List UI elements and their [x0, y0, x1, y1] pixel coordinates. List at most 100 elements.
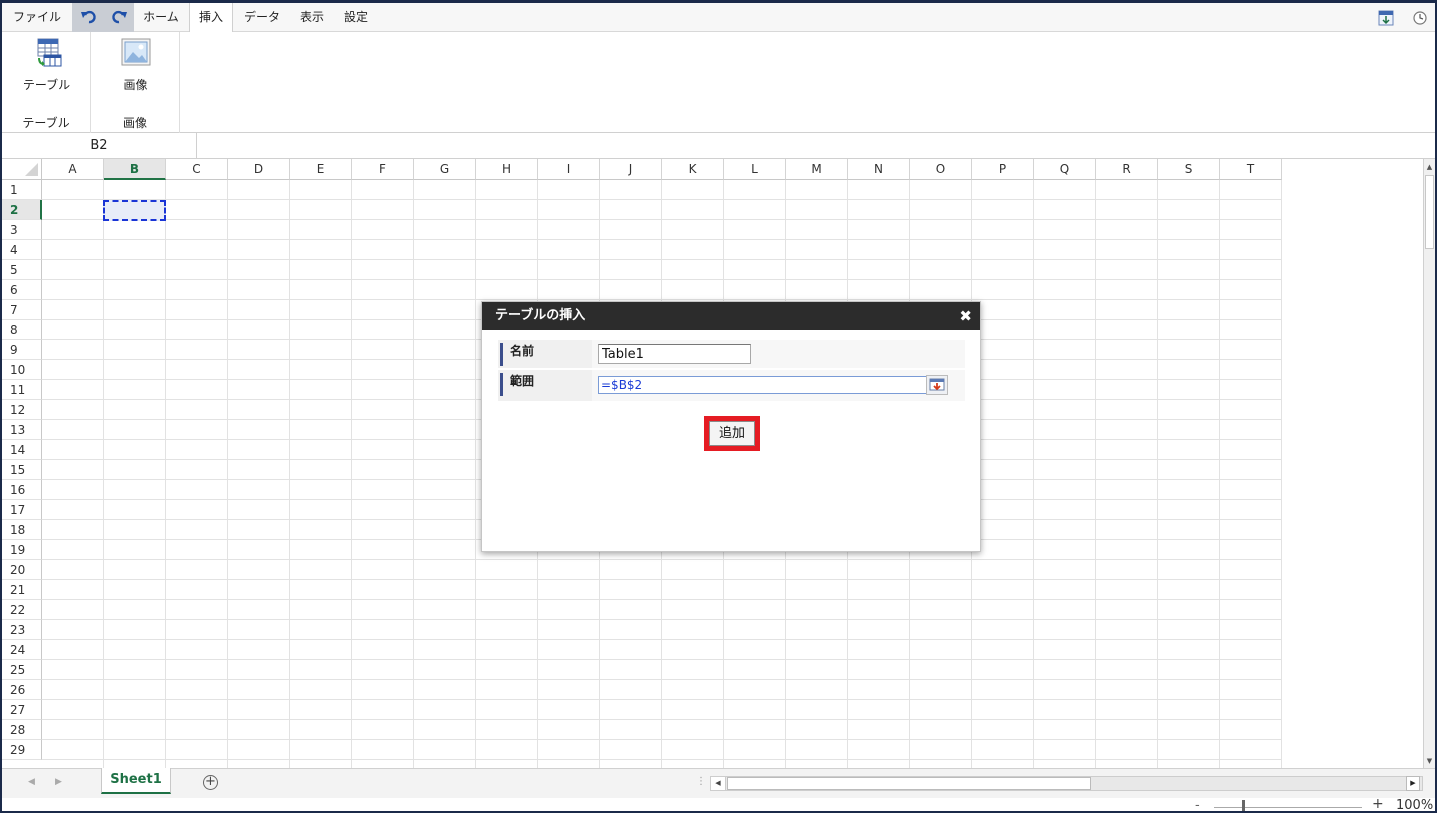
row-header[interactable]: 24	[2, 640, 42, 660]
horizontal-scrollbar[interactable]: ◀	[710, 776, 1423, 791]
row-header[interactable]: 29	[2, 740, 42, 760]
gridline	[42, 259, 1282, 260]
table-range-input[interactable]	[598, 376, 928, 394]
scroll-down-icon[interactable]: ▼	[1425, 756, 1434, 766]
name-box[interactable]: B2	[2, 133, 197, 158]
gridline	[42, 219, 1282, 220]
add-sheet-icon[interactable]: +	[203, 775, 218, 790]
column-header[interactable]: O	[910, 159, 972, 180]
row-header[interactable]: 8	[2, 320, 42, 340]
column-header[interactable]: B	[104, 159, 166, 180]
menu-insert[interactable]: 挿入	[189, 3, 233, 33]
dialog-title: テーブルの挿入	[495, 308, 586, 323]
image-icon	[121, 38, 150, 66]
row-header[interactable]: 6	[2, 280, 42, 300]
zoom-in-button[interactable]: +	[1372, 796, 1384, 811]
row-header[interactable]: 3	[2, 220, 42, 240]
column-header[interactable]: H	[476, 159, 538, 180]
insert-table-label: テーブル	[22, 78, 71, 92]
column-header[interactable]: L	[724, 159, 786, 180]
sheet-prev-icon[interactable]: ◀	[28, 777, 35, 787]
column-header[interactable]: I	[538, 159, 600, 180]
row-header[interactable]: 2	[2, 200, 42, 220]
row-header[interactable]: 28	[2, 720, 42, 740]
close-icon[interactable]: ✖	[959, 302, 972, 330]
row-header[interactable]: 20	[2, 560, 42, 580]
row-header[interactable]: 15	[2, 460, 42, 480]
row-header[interactable]: 26	[2, 680, 42, 700]
splitter-handle-icon[interactable]: ⋮	[696, 776, 706, 787]
scroll-up-icon[interactable]: ▲	[1425, 162, 1434, 172]
column-header[interactable]: R	[1096, 159, 1158, 180]
row-header[interactable]: 12	[2, 400, 42, 420]
dialog-title-bar[interactable]: テーブルの挿入	[482, 302, 980, 330]
gridline	[42, 759, 1282, 760]
menu-data[interactable]: データ	[234, 3, 290, 32]
column-header[interactable]: D	[228, 159, 290, 180]
column-header[interactable]: C	[166, 159, 228, 180]
column-header[interactable]: P	[972, 159, 1034, 180]
redo-icon[interactable]	[110, 9, 128, 25]
table-name-input[interactable]	[598, 344, 751, 364]
row-header[interactable]: 10	[2, 360, 42, 380]
row-header[interactable]: 22	[2, 600, 42, 620]
row-header[interactable]: 25	[2, 660, 42, 680]
column-header[interactable]: A	[42, 159, 104, 180]
row-header[interactable]: 21	[2, 580, 42, 600]
row-header[interactable]: 1	[2, 180, 42, 200]
sheet-tab-sheet1[interactable]: Sheet1	[101, 768, 171, 794]
row-header[interactable]: 17	[2, 500, 42, 520]
row-header[interactable]: 7	[2, 300, 42, 320]
menu-bar: ファイル ホーム 挿入 データ 表示 設定	[2, 3, 1435, 33]
scroll-right-icon[interactable]: ▶	[1406, 776, 1420, 791]
menu-settings[interactable]: 設定	[334, 3, 378, 32]
column-header[interactable]: G	[414, 159, 476, 180]
range-select-button[interactable]	[926, 375, 948, 395]
selected-cell[interactable]	[103, 200, 166, 221]
column-header[interactable]: K	[662, 159, 724, 180]
row-header[interactable]: 13	[2, 420, 42, 440]
undo-icon[interactable]	[80, 9, 98, 25]
menu-home[interactable]: ホーム	[134, 3, 188, 32]
sheet-next-icon[interactable]: ▶	[55, 777, 62, 787]
row-header[interactable]: 19	[2, 540, 42, 560]
column-header[interactable]: J	[600, 159, 662, 180]
menu-file[interactable]: ファイル	[2, 3, 72, 32]
row-header[interactable]: 11	[2, 380, 42, 400]
zoom-out-button[interactable]: -	[1195, 798, 1200, 811]
zoom-slider-handle[interactable]	[1242, 800, 1245, 811]
row-header[interactable]: 5	[2, 260, 42, 280]
column-header[interactable]: S	[1158, 159, 1220, 180]
vertical-scroll-thumb[interactable]	[1425, 175, 1434, 249]
column-header[interactable]: M	[786, 159, 848, 180]
name-field-row: 名前	[498, 340, 965, 368]
select-all-corner[interactable]	[2, 159, 42, 180]
row-header[interactable]: 4	[2, 240, 42, 260]
add-button[interactable]: 追加	[709, 421, 755, 446]
column-header[interactable]: T	[1220, 159, 1282, 180]
insert-table-dialog: テーブルの挿入 ✖ 名前 範囲 追加	[481, 301, 981, 552]
row-header[interactable]: 16	[2, 480, 42, 500]
range-field-row: 範囲	[498, 370, 965, 401]
scroll-left-icon[interactable]: ◀	[711, 777, 726, 790]
row-header[interactable]: 23	[2, 620, 42, 640]
column-header[interactable]: N	[848, 159, 910, 180]
formula-input[interactable]	[202, 133, 1422, 158]
column-header[interactable]: E	[290, 159, 352, 180]
history-icon[interactable]	[1412, 10, 1428, 26]
row-header[interactable]: 18	[2, 520, 42, 540]
row-header[interactable]: 14	[2, 440, 42, 460]
insert-table-button[interactable]: テーブル	[2, 36, 91, 93]
pin-ribbon-icon[interactable]	[1378, 10, 1394, 26]
status-bar: - + 100%	[2, 796, 1435, 811]
row-header[interactable]: 9	[2, 340, 42, 360]
zoom-slider[interactable]	[1214, 807, 1362, 808]
row-header[interactable]: 27	[2, 700, 42, 720]
horizontal-scroll-thumb[interactable]	[727, 777, 1091, 790]
vertical-scrollbar[interactable]: ▲ ▼	[1423, 159, 1435, 768]
column-header[interactable]: F	[352, 159, 414, 180]
gridline	[42, 239, 1282, 240]
insert-image-button[interactable]: 画像	[91, 36, 180, 93]
menu-view[interactable]: 表示	[290, 3, 334, 32]
column-header[interactable]: Q	[1034, 159, 1096, 180]
